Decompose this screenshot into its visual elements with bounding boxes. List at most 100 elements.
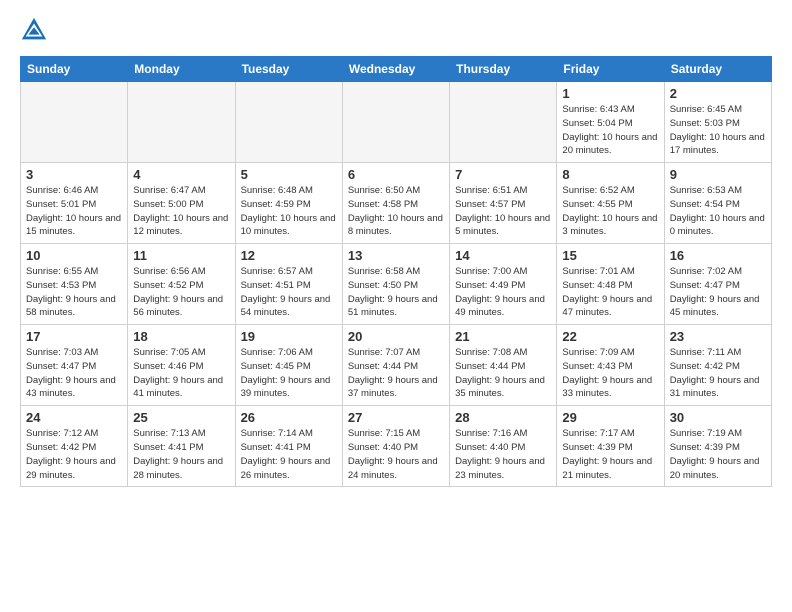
day-number: 9 [670, 167, 766, 182]
calendar-cell [128, 82, 235, 163]
header-day-wednesday: Wednesday [342, 57, 449, 82]
day-number: 10 [26, 248, 122, 263]
calendar-cell: 10 Sunrise: 6:55 AM Sunset: 4:53 PM Dayli… [21, 244, 128, 325]
day-info: Sunrise: 7:02 AM Sunset: 4:47 PM Dayligh… [670, 265, 766, 320]
day-info: Sunrise: 7:14 AM Sunset: 4:41 PM Dayligh… [241, 427, 337, 482]
day-info: Sunrise: 6:57 AM Sunset: 4:51 PM Dayligh… [241, 265, 337, 320]
header-day-tuesday: Tuesday [235, 57, 342, 82]
day-number: 4 [133, 167, 229, 182]
calendar-cell [342, 82, 449, 163]
day-info: Sunrise: 7:05 AM Sunset: 4:46 PM Dayligh… [133, 346, 229, 401]
calendar-cell: 24 Sunrise: 7:12 AM Sunset: 4:42 PM Dayli… [21, 406, 128, 487]
day-info: Sunrise: 7:01 AM Sunset: 4:48 PM Dayligh… [562, 265, 658, 320]
day-number: 18 [133, 329, 229, 344]
day-number: 7 [455, 167, 551, 182]
day-number: 3 [26, 167, 122, 182]
day-number: 26 [241, 410, 337, 425]
day-number: 16 [670, 248, 766, 263]
calendar-header: SundayMondayTuesdayWednesdayThursdayFrid… [21, 57, 772, 82]
calendar-cell: 25Sunrise: 7:13 AM Sunset: 4:41 PM Dayli… [128, 406, 235, 487]
day-info: Sunrise: 7:12 AM Sunset: 4:42 PM Dayligh… [26, 427, 122, 482]
day-number: 12 [241, 248, 337, 263]
calendar-cell: 29 Sunrise: 7:17 AM Sunset: 4:39 PM Dayli… [557, 406, 664, 487]
day-number: 23 [670, 329, 766, 344]
calendar-cell: 26 Sunrise: 7:14 AM Sunset: 4:41 PM Dayli… [235, 406, 342, 487]
day-info: Sunrise: 7:06 AM Sunset: 4:45 PM Dayligh… [241, 346, 337, 401]
calendar-cell: 20 Sunrise: 7:07 AM Sunset: 4:44 PM Dayli… [342, 325, 449, 406]
day-number: 13 [348, 248, 444, 263]
day-info: Sunrise: 7:19 AM Sunset: 4:39 PM Dayligh… [670, 427, 766, 482]
day-number: 28 [455, 410, 551, 425]
day-number: 5 [241, 167, 337, 182]
day-number: 6 [348, 167, 444, 182]
day-info: Sunrise: 7:11 AM Sunset: 4:42 PM Dayligh… [670, 346, 766, 401]
day-info: Sunrise: 6:46 AM Sunset: 5:01 PM Dayligh… [26, 184, 122, 239]
day-info: Sunrise: 6:50 AM Sunset: 4:58 PM Dayligh… [348, 184, 444, 239]
day-info: Sunrise: 6:56 AM Sunset: 4:52 PM Dayligh… [133, 265, 229, 320]
calendar-cell: 19Sunrise: 7:06 AM Sunset: 4:45 PM Dayli… [235, 325, 342, 406]
day-info: Sunrise: 7:07 AM Sunset: 4:44 PM Dayligh… [348, 346, 444, 401]
calendar-cell: 13 Sunrise: 6:58 AM Sunset: 4:50 PM Dayli… [342, 244, 449, 325]
calendar-cell: 4 Sunrise: 6:47 AM Sunset: 5:00 PM Daylig… [128, 163, 235, 244]
calendar-cell: 18 Sunrise: 7:05 AM Sunset: 4:46 PM Dayli… [128, 325, 235, 406]
day-number: 24 [26, 410, 122, 425]
calendar-cell: 14 Sunrise: 7:00 AM Sunset: 4:49 PM Dayli… [450, 244, 557, 325]
day-number: 14 [455, 248, 551, 263]
header-day-saturday: Saturday [664, 57, 771, 82]
day-number: 29 [562, 410, 658, 425]
day-info: Sunrise: 6:51 AM Sunset: 4:57 PM Dayligh… [455, 184, 551, 239]
day-number: 30 [670, 410, 766, 425]
day-info: Sunrise: 7:08 AM Sunset: 4:44 PM Dayligh… [455, 346, 551, 401]
day-info: Sunrise: 7:03 AM Sunset: 4:47 PM Dayligh… [26, 346, 122, 401]
week-row-1: 1 Sunrise: 6:43 AM Sunset: 5:04 PM Daylig… [21, 82, 772, 163]
day-number: 22 [562, 329, 658, 344]
calendar-cell: 9Sunrise: 6:53 AM Sunset: 4:54 PM Daylig… [664, 163, 771, 244]
calendar-cell: 3 Sunrise: 6:46 AM Sunset: 5:01 PM Daylig… [21, 163, 128, 244]
calendar-cell: 12 Sunrise: 6:57 AM Sunset: 4:51 PM Dayli… [235, 244, 342, 325]
day-number: 2 [670, 86, 766, 101]
calendar-cell: 15 Sunrise: 7:01 AM Sunset: 4:48 PM Dayli… [557, 244, 664, 325]
header-day-sunday: Sunday [21, 57, 128, 82]
day-number: 27 [348, 410, 444, 425]
header-day-friday: Friday [557, 57, 664, 82]
day-number: 15 [562, 248, 658, 263]
calendar-cell: 1 Sunrise: 6:43 AM Sunset: 5:04 PM Daylig… [557, 82, 664, 163]
week-row-2: 3 Sunrise: 6:46 AM Sunset: 5:01 PM Daylig… [21, 163, 772, 244]
header-day-monday: Monday [128, 57, 235, 82]
header-day-thursday: Thursday [450, 57, 557, 82]
day-info: Sunrise: 7:00 AM Sunset: 4:49 PM Dayligh… [455, 265, 551, 320]
day-number: 11 [133, 248, 229, 263]
week-row-5: 24 Sunrise: 7:12 AM Sunset: 4:42 PM Dayli… [21, 406, 772, 487]
day-info: Sunrise: 7:16 AM Sunset: 4:40 PM Dayligh… [455, 427, 551, 482]
week-row-4: 17 Sunrise: 7:03 AM Sunset: 4:47 PM Dayli… [21, 325, 772, 406]
calendar-cell: 21 Sunrise: 7:08 AM Sunset: 4:44 PM Dayli… [450, 325, 557, 406]
day-number: 21 [455, 329, 551, 344]
day-info: Sunrise: 6:52 AM Sunset: 4:55 PM Dayligh… [562, 184, 658, 239]
calendar-cell: 28 Sunrise: 7:16 AM Sunset: 4:40 PM Dayli… [450, 406, 557, 487]
day-info: Sunrise: 7:17 AM Sunset: 4:39 PM Dayligh… [562, 427, 658, 482]
day-info: Sunrise: 6:45 AM Sunset: 5:03 PM Dayligh… [670, 103, 766, 158]
day-info: Sunrise: 6:58 AM Sunset: 4:50 PM Dayligh… [348, 265, 444, 320]
day-number: 17 [26, 329, 122, 344]
day-number: 8 [562, 167, 658, 182]
week-row-3: 10 Sunrise: 6:55 AM Sunset: 4:53 PM Dayli… [21, 244, 772, 325]
day-info: Sunrise: 6:55 AM Sunset: 4:53 PM Dayligh… [26, 265, 122, 320]
header-row: SundayMondayTuesdayWednesdayThursdayFrid… [21, 57, 772, 82]
logo [20, 16, 52, 44]
day-number: 20 [348, 329, 444, 344]
logo-icon [20, 16, 48, 44]
calendar-cell [21, 82, 128, 163]
day-info: Sunrise: 6:43 AM Sunset: 5:04 PM Dayligh… [562, 103, 658, 158]
calendar-cell: 8 Sunrise: 6:52 AM Sunset: 4:55 PM Daylig… [557, 163, 664, 244]
day-info: Sunrise: 7:15 AM Sunset: 4:40 PM Dayligh… [348, 427, 444, 482]
calendar-cell: 6 Sunrise: 6:50 AM Sunset: 4:58 PM Daylig… [342, 163, 449, 244]
calendar-cell: 16 Sunrise: 7:02 AM Sunset: 4:47 PM Dayli… [664, 244, 771, 325]
calendar-cell: 11 Sunrise: 6:56 AM Sunset: 4:52 PM Dayli… [128, 244, 235, 325]
day-number: 1 [562, 86, 658, 101]
calendar-body: 1 Sunrise: 6:43 AM Sunset: 5:04 PM Daylig… [21, 82, 772, 487]
calendar-cell: 5Sunrise: 6:48 AM Sunset: 4:59 PM Daylig… [235, 163, 342, 244]
day-info: Sunrise: 6:47 AM Sunset: 5:00 PM Dayligh… [133, 184, 229, 239]
calendar-cell: 27 Sunrise: 7:15 AM Sunset: 4:40 PM Dayli… [342, 406, 449, 487]
calendar-cell: 22Sunrise: 7:09 AM Sunset: 4:43 PM Dayli… [557, 325, 664, 406]
calendar-cell: 17 Sunrise: 7:03 AM Sunset: 4:47 PM Dayli… [21, 325, 128, 406]
